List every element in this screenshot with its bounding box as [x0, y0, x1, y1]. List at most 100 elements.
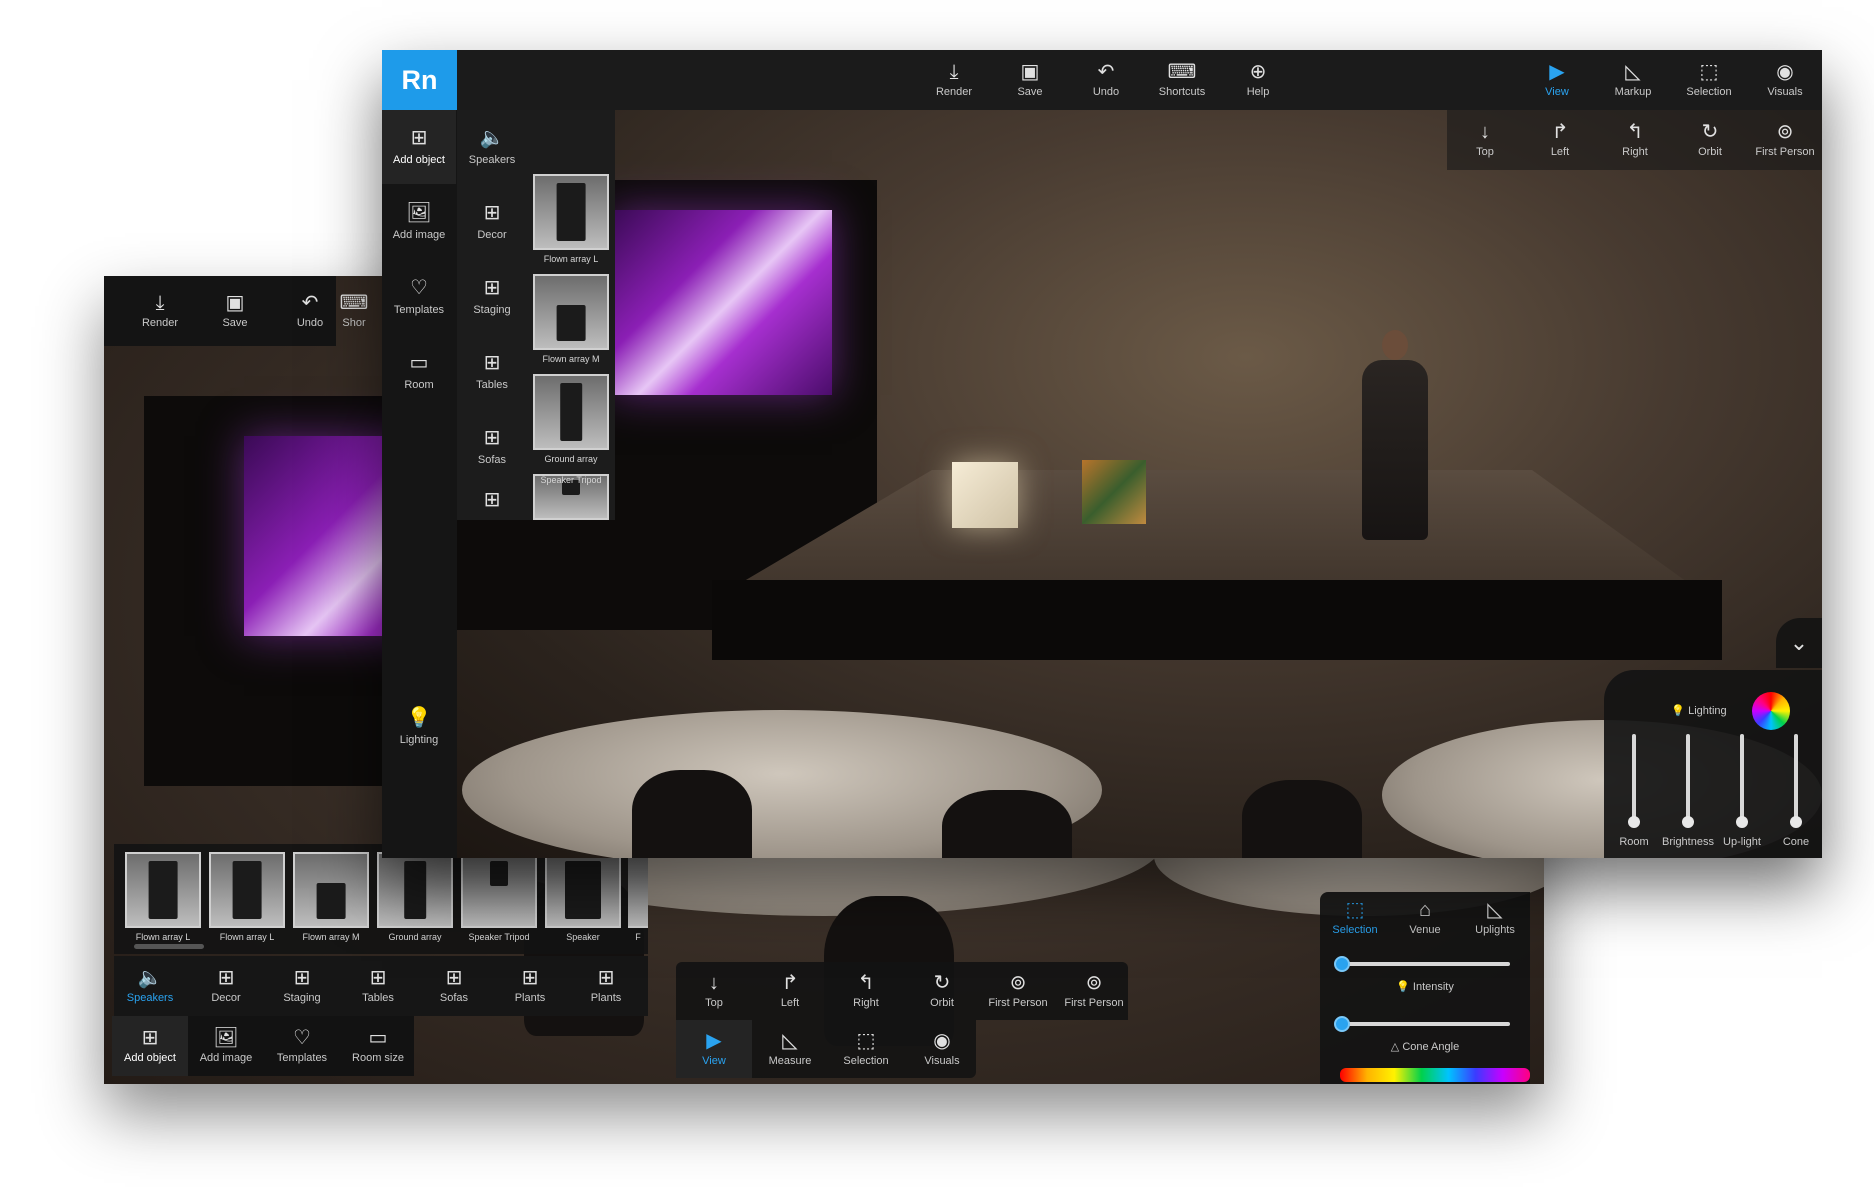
view-mode-visuals[interactable]: ◉ Visuals — [1747, 50, 1822, 110]
app-logo[interactable]: Rn — [382, 50, 457, 110]
category-speakers[interactable]: 🔈 Speakers — [112, 956, 188, 1016]
category-sofas[interactable]: ⊞ Sofas — [416, 956, 492, 1016]
sidebar-lighting[interactable]: 💡 Lighting — [382, 690, 456, 764]
category-speakers[interactable]: 🔈 Speakers — [455, 110, 529, 184]
category-decor[interactable]: ⊞ Decor — [188, 956, 264, 1016]
back-shortcuts-button[interactable]: ⌨ Shor — [334, 281, 374, 341]
download-icon: ⤓ — [155, 292, 165, 314]
thumbnail-ground-array[interactable]: Ground array — [532, 374, 610, 464]
camera-top-button[interactable]: ↓ Top — [676, 962, 752, 1020]
thumbnail-ground-array[interactable]: Ground array — [376, 852, 454, 942]
decor-cube-object[interactable] — [1082, 460, 1146, 524]
category-staging[interactable]: ⊞ Staging — [455, 260, 529, 334]
thumbnail-speaker-tripod[interactable]: Speaker Tripod — [460, 852, 538, 942]
color-wheel-icon[interactable] — [1752, 692, 1790, 730]
front-topbar: Rn ⤓ Render ▣ Save ↶ Undo ⌨ Shortcuts ⊕ Help … — [382, 50, 1822, 110]
stage-platform-front — [712, 580, 1722, 660]
view-mode-markup[interactable]: ◺ Markup — [1595, 50, 1671, 110]
thumbnail-scrollbar[interactable] — [134, 944, 204, 949]
undo-button[interactable]: ↶ Undo — [1068, 50, 1144, 110]
sidebar-room[interactable]: ▭ Room — [382, 335, 456, 409]
camera-mode-bar: ↓ Top ↱ Left ↰ Right ↻ Orbit ⊚ First Person — [1447, 110, 1822, 170]
camera-orbit-button[interactable]: ↻ Orbit — [1672, 110, 1748, 170]
view-mode-measure[interactable]: ◺ Measure — [752, 1020, 828, 1078]
person-figure[interactable] — [1362, 360, 1428, 540]
category-plants[interactable]: ⊞ Plants — [492, 956, 568, 1016]
view-mode-visuals[interactable]: ◉ Visuals — [904, 1020, 980, 1078]
thumbnail-flown-array-l[interactable]: Flown array L — [124, 852, 202, 942]
undo-icon: ↶ — [1097, 61, 1115, 83]
white-cube-object[interactable] — [952, 462, 1018, 528]
shortcuts-button[interactable]: ⌨ Shortcuts — [1144, 50, 1220, 110]
thumbnail-speaker[interactable]: Speaker — [544, 852, 622, 942]
lighting-tab-venue[interactable]: ⌂ Venue — [1390, 892, 1460, 944]
lighting-tab-uplights[interactable]: ◺ Uplights — [1460, 892, 1530, 944]
camera-right-button[interactable]: ↰ Right — [1597, 110, 1673, 170]
camera-orbit-button[interactable]: ↻ Orbit — [904, 962, 980, 1020]
view-mode-view[interactable]: ▶ View — [1519, 50, 1595, 110]
templates-button[interactable]: ♡ Templates — [264, 1016, 340, 1076]
color-spectrum-bar[interactable] — [1340, 1068, 1530, 1082]
thumbnail-flown-array-m[interactable]: Flown array M — [292, 852, 370, 942]
intensity-slider-knob[interactable] — [1334, 956, 1350, 972]
thumbnail-flown-array-m[interactable]: Flown array M — [532, 274, 610, 364]
cone-slider[interactable] — [1790, 734, 1802, 828]
first-person-icon: ⊚ — [1085, 972, 1103, 994]
category-more[interactable]: ⊞ — [455, 480, 529, 520]
thumbnail-flown-array-l[interactable]: Flown array L — [208, 852, 286, 942]
room-slider[interactable] — [1628, 734, 1640, 828]
cone-angle-slider-track[interactable] — [1340, 1022, 1510, 1026]
camera-right-button[interactable]: ↰ Right — [828, 962, 904, 1020]
camera-first-person-button[interactable]: ⊚ First Person — [980, 962, 1056, 1020]
chair[interactable] — [942, 790, 1072, 858]
category-plants-2[interactable]: ⊞ Plants — [568, 956, 644, 1016]
grid-plus-icon: ⊞ — [483, 352, 501, 374]
uplight-icon: ◺ — [1487, 899, 1503, 921]
sidebar-templates[interactable]: ♡ Templates — [382, 260, 456, 334]
brightness-slider[interactable] — [1682, 734, 1694, 828]
back-render-button[interactable]: ⤓ Render — [122, 281, 198, 341]
heart-plus-icon: ♡ — [410, 277, 428, 299]
view-mode-view[interactable]: ▶ View — [676, 1020, 752, 1078]
camera-top-button[interactable]: ↓ Top — [1447, 110, 1523, 170]
speaker-icon: 🔈 — [479, 127, 505, 149]
camera-left-button[interactable]: ↱ Left — [1522, 110, 1598, 170]
back-save-button[interactable]: ▣ Save — [197, 281, 273, 341]
category-column: 🔈 Speakers ⊞ Decor ⊞ Staging ⊞ Tables ⊞ Sofas… — [457, 110, 527, 520]
add-image-button[interactable]: 🖼 Add image — [188, 1016, 264, 1076]
view-mode-selection[interactable]: ⬚ Selection — [1671, 50, 1747, 110]
camera-first-person-button-2[interactable]: ⊚ First Person — [1056, 962, 1132, 1020]
chair[interactable] — [1242, 780, 1362, 858]
help-button[interactable]: ⊕ Help — [1220, 50, 1296, 110]
lighting-tab-selection[interactable]: ⬚ Selection — [1320, 892, 1390, 944]
camera-left-button[interactable]: ↱ Left — [752, 962, 828, 1020]
chair[interactable] — [632, 770, 752, 858]
speaker-thumbnail-image — [533, 374, 609, 450]
add-object-button[interactable]: ⊞ Add object — [112, 1016, 188, 1076]
category-tables[interactable]: ⊞ Tables — [455, 335, 529, 409]
sidebar-add-object[interactable]: ⊞ Add object — [382, 110, 456, 184]
speaker-thumbnail-image — [461, 852, 537, 928]
grid-plus-icon: ⊞ — [369, 967, 387, 989]
collapse-panel-chevron-icon[interactable]: ⌄ — [1776, 618, 1822, 668]
thumbnail-flown-array-l[interactable]: Flown array L — [532, 174, 610, 264]
grid-plus-icon: ⊞ — [597, 967, 615, 989]
save-button[interactable]: ▣ Save — [992, 50, 1068, 110]
add-image-icon: 🖼 — [213, 1027, 239, 1049]
uplight-slider[interactable] — [1736, 734, 1748, 828]
camera-first-person-button[interactable]: ⊚ First Person — [1747, 110, 1822, 170]
category-tables[interactable]: ⊞ Tables — [340, 956, 416, 1016]
sidebar-add-image[interactable]: 🖼 Add image — [382, 185, 456, 259]
view-mode-selection[interactable]: ⬚ Selection — [828, 1020, 904, 1078]
category-decor[interactable]: ⊞ Decor — [455, 185, 529, 259]
cone-angle-slider-knob[interactable] — [1334, 1016, 1350, 1032]
render-button[interactable]: ⤓ Render — [916, 50, 992, 110]
back-toolbar: ⤓ Render ▣ Save ↶ Undo ⌨ Shor — [104, 276, 368, 346]
category-staging[interactable]: ⊞ Staging — [264, 956, 340, 1016]
category-sofas[interactable]: ⊞ Sofas — [455, 410, 529, 484]
lightbulb-icon: 💡 — [406, 707, 432, 729]
room-size-button[interactable]: ▭ Room size — [340, 1016, 416, 1076]
intensity-slider-track[interactable] — [1340, 962, 1510, 966]
turn-left-icon: ↱ — [781, 972, 799, 994]
thumbnail-partial[interactable]: F — [628, 852, 648, 942]
